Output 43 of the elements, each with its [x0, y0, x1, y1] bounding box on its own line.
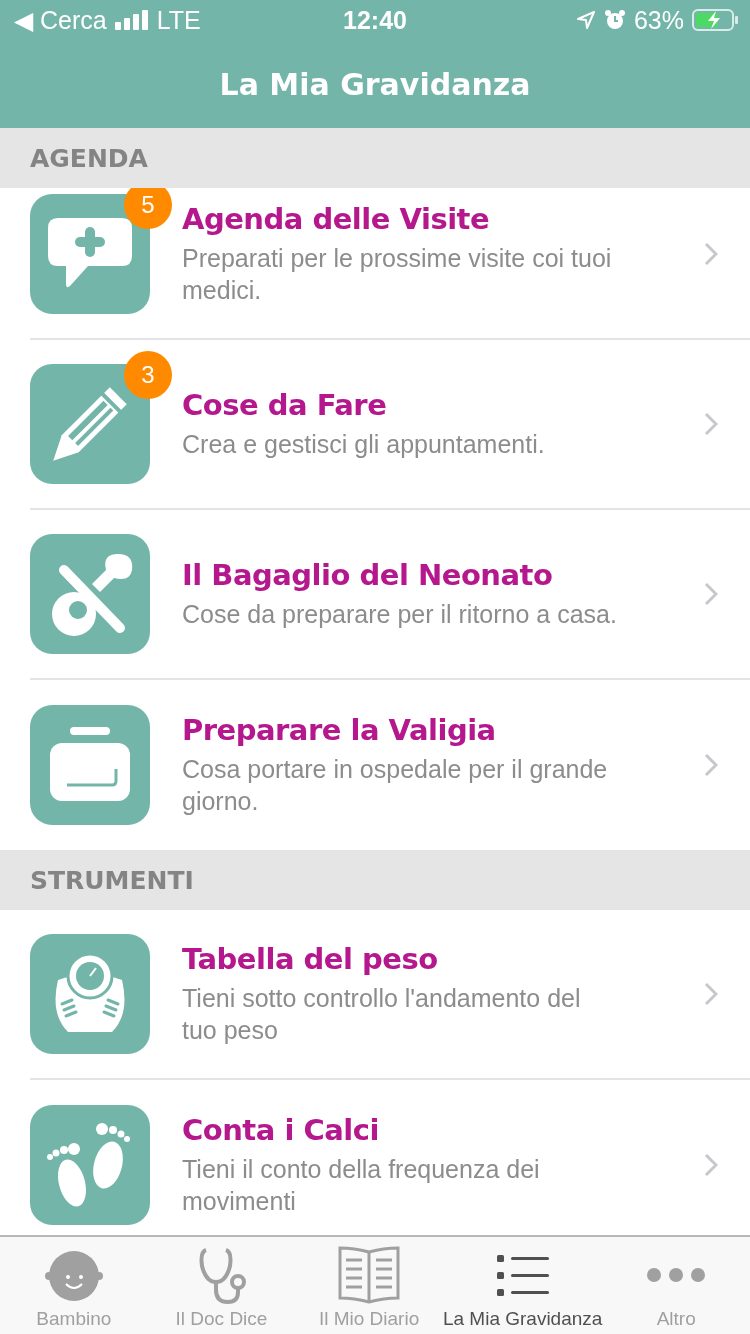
item-description: Tieni il conto della frequenza dei movimenti	[182, 1153, 541, 1217]
chevron-icon	[704, 582, 718, 606]
count-badge: 3	[124, 351, 172, 399]
signal-icon	[114, 10, 149, 30]
section-header: AGENDA	[0, 128, 750, 188]
clock: 12:40	[342, 5, 408, 35]
alarm-icon	[603, 9, 626, 31]
tab-item[interactable]: La Mia Gravidanza	[442, 1237, 603, 1334]
count-badge: 5	[124, 188, 172, 229]
book-icon	[336, 1244, 403, 1306]
item-title: Preparare la Valigia	[182, 712, 497, 747]
list-item[interactable]: 5 Agenda delle Visite Preparati per le prossime visite coi tuoi medici.	[30, 188, 750, 340]
item-title: Conta i Calci	[182, 1112, 380, 1147]
item-title: Agenda delle Visite	[182, 201, 491, 236]
chevron-icon	[704, 753, 718, 777]
pacifier-icon	[30, 534, 150, 654]
chevron-icon	[704, 412, 718, 436]
section-header: STRUMENTI	[0, 850, 750, 910]
battery-percent: 63%	[633, 5, 684, 35]
list-item[interactable]: Tabella del peso Tieni sotto controllo l'andamento del tuo peso	[30, 910, 750, 1080]
item-description: Tieni sotto controllo l'andamento del tuo peso	[182, 982, 582, 1046]
network-type: LTE	[156, 5, 201, 35]
item-description: Cose da preparare per il ritorno a casa.	[182, 598, 618, 630]
item-description: Preparati per le prossime visite coi tuoi medici.	[182, 242, 613, 306]
location-icon	[575, 10, 596, 30]
chevron-icon	[704, 1153, 718, 1177]
list-item[interactable]: Il Bagaglio del Neonato Cose da preparare per il ritorno a casa.	[30, 510, 750, 680]
suitcase-icon	[30, 705, 150, 825]
chevron-icon	[704, 982, 718, 1006]
list-item[interactable]: 3 Cose da Fare Crea e gestisci gli appuntamenti.	[30, 340, 750, 510]
item-title: Cose da Fare	[182, 387, 388, 422]
item-description: Cosa portare in ospedale per il grande giorno.	[182, 753, 609, 817]
feet-icon	[30, 1105, 150, 1225]
scale-icon	[30, 934, 150, 1054]
item-title: Il Bagaglio del Neonato	[182, 557, 554, 592]
chevron-icon	[704, 242, 718, 266]
screen-title: La Mia Gravidanza	[219, 66, 531, 102]
dots-icon	[645, 1266, 708, 1284]
item-description: Crea e gestisci gli appuntamenti.	[182, 428, 546, 460]
list-item[interactable]: Conta i Calci Tieni il conto della frequenza dei movimenti	[30, 1080, 750, 1235]
item-title: Tabella del peso	[182, 941, 439, 976]
battery-icon	[692, 9, 738, 31]
list-item[interactable]: Preparare la Valigia Cosa portare in ospedale per il grande giorno.	[30, 680, 750, 850]
